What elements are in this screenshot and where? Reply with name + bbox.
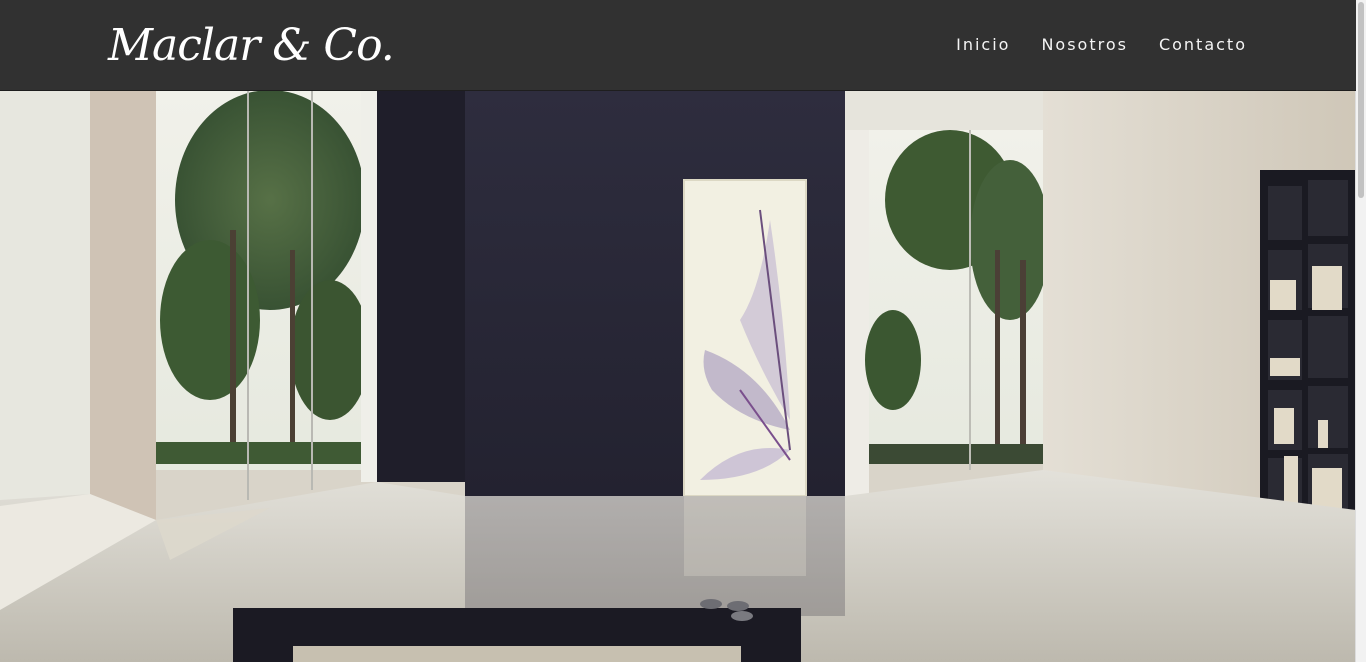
hero-interior-illustration	[0, 90, 1356, 662]
vertical-scrollbar[interactable]	[1355, 0, 1366, 662]
page: Maclar & Co. Inicio Nosotros Contacto	[0, 0, 1366, 662]
site-logo[interactable]: Maclar & Co.	[108, 14, 395, 76]
scrollbar-thumb[interactable]	[1358, 2, 1364, 198]
nav-link-nosotros[interactable]: Nosotros	[1041, 35, 1128, 54]
nav-link-contacto[interactable]: Contacto	[1159, 35, 1247, 54]
site-header: Maclar & Co. Inicio Nosotros Contacto	[0, 0, 1356, 91]
nav-link-inicio[interactable]: Inicio	[956, 35, 1010, 54]
hero-image	[0, 90, 1356, 662]
main-nav: Inicio Nosotros Contacto	[956, 0, 1247, 88]
